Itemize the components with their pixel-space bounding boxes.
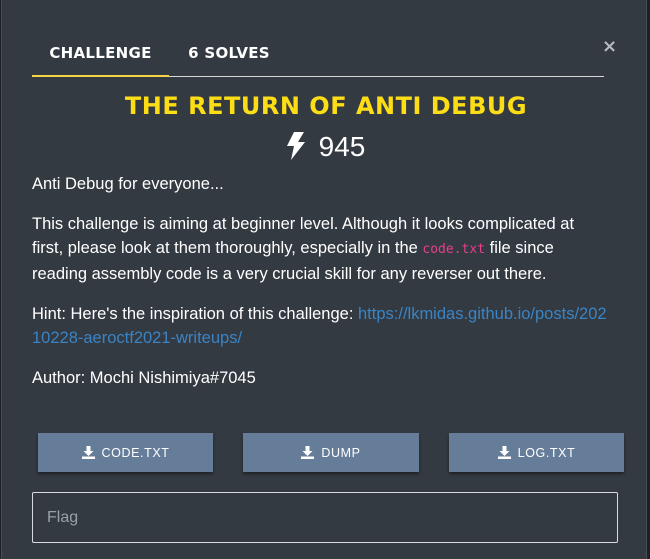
code-filename: code.txt xyxy=(422,242,486,257)
description-line: Anti Debug for everyone... xyxy=(32,175,224,193)
download-icon xyxy=(497,446,511,459)
hint-paragraph: Hint: Here's the inspiration of this cha… xyxy=(32,302,607,350)
download-label: DUMP xyxy=(321,445,361,460)
download-log-button[interactable]: LOG.TXT xyxy=(449,433,624,472)
hint-text: Hint: Here's the inspiration of this cha… xyxy=(32,305,358,323)
close-icon[interactable]: × xyxy=(602,36,617,57)
author-line: Author: Mochi Nishimiya#7045 xyxy=(32,369,256,387)
download-icon xyxy=(301,446,315,459)
challenge-points: 945 xyxy=(2,130,650,164)
flag-input[interactable] xyxy=(32,492,618,543)
tab-challenge[interactable]: CHALLENGE xyxy=(32,36,169,77)
download-label: LOG.TXT xyxy=(517,445,576,460)
download-label: CODE.TXT xyxy=(101,445,170,460)
download-code-button[interactable]: CODE.TXT xyxy=(38,433,213,472)
challenge-modal: CHALLENGE 6 SOLVES × THE RETURN OF ANTI … xyxy=(1,0,647,559)
challenge-title: THE RETURN OF ANTI DEBUG xyxy=(124,92,528,120)
download-dump-button[interactable]: DUMP xyxy=(243,433,419,472)
bolt-icon xyxy=(286,132,305,160)
tab-bar: CHALLENGE 6 SOLVES xyxy=(32,36,604,77)
points-value: 945 xyxy=(318,131,366,162)
tab-solves[interactable]: 6 SOLVES xyxy=(169,36,289,75)
description-paragraph: This challenge is aiming at beginner lev… xyxy=(32,212,607,286)
challenge-description: Anti Debug for everyone... This challeng… xyxy=(32,172,607,406)
download-icon xyxy=(81,446,95,459)
